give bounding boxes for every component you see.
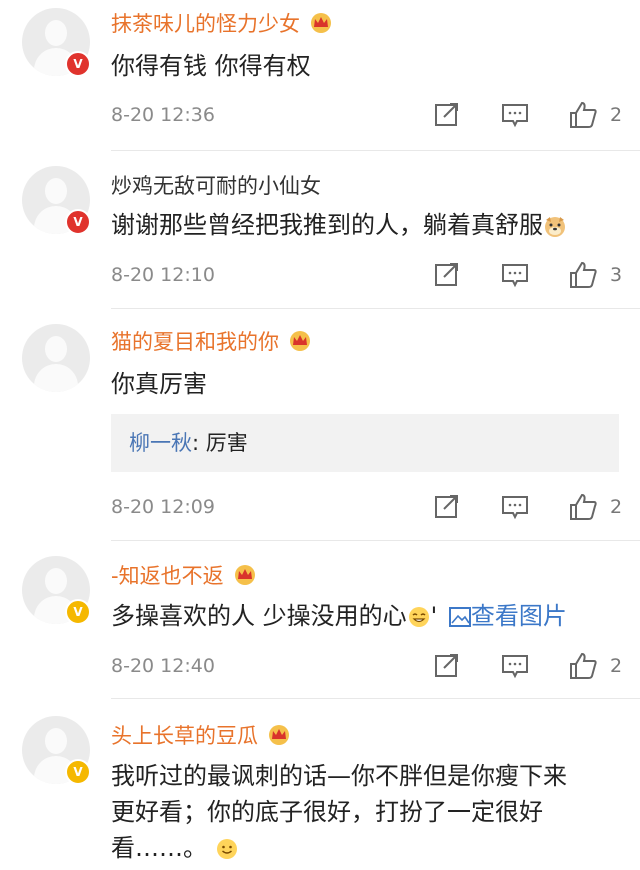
forward-icon[interactable]	[432, 492, 462, 522]
like-count: 3	[610, 264, 623, 286]
like-icon[interactable]	[568, 260, 598, 290]
username-text[interactable]: 猫的夏目和我的你	[111, 326, 279, 356]
grin-emoji	[408, 607, 429, 627]
comment-actions: 2	[432, 492, 622, 522]
verified-badge-icon: V	[65, 51, 91, 77]
username-text[interactable]: 头上长草的豆瓜	[111, 720, 258, 750]
comment-text-line: 更好看；你的底子很好，打扮了一定很好	[111, 798, 543, 826]
comment-icon[interactable]	[500, 100, 530, 130]
comment-text-body: 谢谢那些曾经把我推到的人，躺着真舒服	[111, 211, 543, 239]
comment-text: 你真厉害	[111, 370, 207, 398]
divider	[111, 308, 640, 309]
comment-text-line-body: 看……。	[111, 834, 207, 862]
reply-text: 厉害	[205, 431, 248, 455]
comment-actions: 2	[432, 651, 622, 681]
verified-badge-icon: V	[65, 209, 91, 235]
comment-time: 8-20 12:10	[111, 264, 215, 286]
comment-icon[interactable]	[500, 651, 530, 681]
forward-icon[interactable]	[432, 260, 462, 290]
view-image-link[interactable]: 查看图片	[448, 602, 567, 630]
username-text[interactable]: 炒鸡无敌可耐的小仙女	[111, 170, 321, 200]
reply-preview[interactable]: 柳一秋: 厉害	[111, 414, 619, 472]
crown-icon	[269, 725, 289, 745]
username-text[interactable]: 抹茶味儿的怪力少女	[111, 8, 300, 38]
comment-actions: 3	[432, 260, 622, 290]
crown-icon	[234, 565, 255, 585]
username[interactable]: 炒鸡无敌可耐的小仙女	[111, 170, 321, 200]
username[interactable]: 抹茶味儿的怪力少女	[111, 8, 334, 38]
image-icon	[448, 607, 471, 627]
username-text[interactable]: -知返也不返	[111, 560, 224, 590]
like-icon[interactable]	[568, 492, 598, 522]
comment-icon[interactable]	[500, 260, 530, 290]
comment-time: 8-20 12:36	[111, 104, 215, 126]
crown-icon	[290, 331, 310, 351]
forward-icon[interactable]	[432, 100, 462, 130]
comment-text-line: 我听过的最讽刺的话—你不胖但是你瘦下来	[111, 762, 567, 790]
comment-text: 我听过的最讽刺的话—你不胖但是你瘦下来 更好看；你的底子很好，打扮了一定很好 看…	[111, 758, 621, 866]
crown-icon	[311, 13, 331, 33]
comment-time: 8-20 12:09	[111, 496, 215, 518]
like-icon[interactable]	[568, 651, 598, 681]
avatar[interactable]	[22, 324, 90, 392]
smile-emoji	[216, 839, 237, 859]
comment-text: 谢谢那些曾经把我推到的人，躺着真舒服	[111, 207, 567, 243]
forward-icon[interactable]	[432, 651, 462, 681]
like-count: 2	[610, 655, 623, 677]
username[interactable]: -知返也不返	[111, 560, 258, 590]
comment-time: 8-20 12:40	[111, 655, 215, 677]
reply-separator: :	[192, 431, 206, 455]
username[interactable]: 猫的夏目和我的你	[111, 326, 313, 356]
reply-username[interactable]: 柳一秋	[129, 431, 192, 455]
comment-text: 你得有钱 你得有权	[111, 52, 311, 80]
comment-text-line: 看……。	[111, 830, 621, 866]
username[interactable]: 头上长草的豆瓜	[111, 720, 292, 750]
like-count: 2	[610, 104, 623, 126]
comment-text-suffix: '	[430, 602, 438, 630]
comment-text: 多操喜欢的人 少操没用的心 ' 查看图片	[111, 598, 567, 634]
comment-text-body: 多操喜欢的人 少操没用的心	[111, 602, 407, 630]
divider	[111, 698, 640, 699]
comment-icon[interactable]	[500, 492, 530, 522]
divider	[111, 150, 640, 151]
like-count: 2	[610, 496, 623, 518]
divider	[111, 540, 640, 541]
doge-emoji	[545, 217, 565, 237]
view-image-label[interactable]: 查看图片	[471, 602, 567, 630]
verified-badge-icon: V	[65, 599, 91, 625]
like-icon[interactable]	[568, 100, 598, 130]
verified-badge-icon: V	[65, 759, 91, 785]
comment-actions: 2	[432, 100, 622, 130]
